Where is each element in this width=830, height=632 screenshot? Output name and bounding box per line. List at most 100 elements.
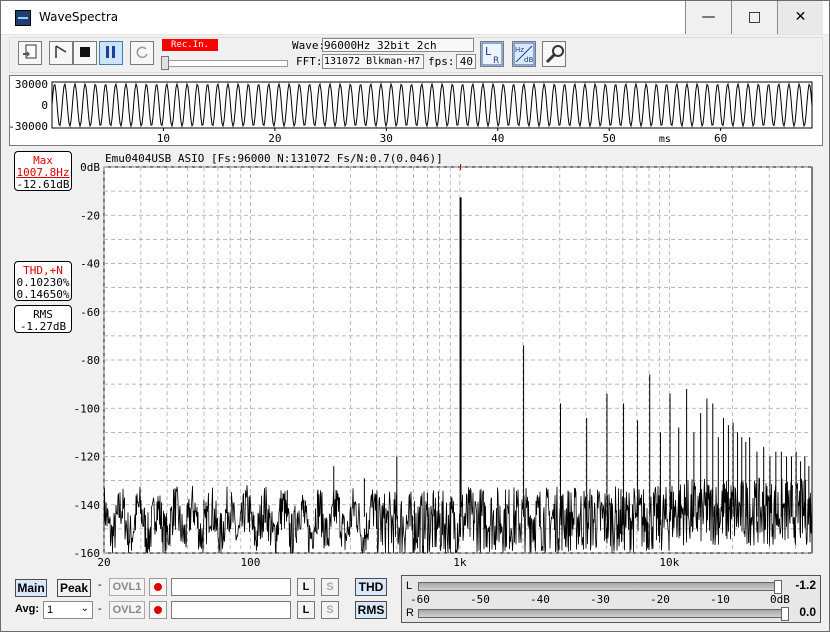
stop-icon[interactable]: [73, 41, 97, 65]
l-button[interactable]: L: [297, 578, 315, 596]
spectrum-y-tick: -20: [80, 209, 100, 222]
l-level-knob: [773, 580, 782, 594]
avg-value: 1: [47, 604, 54, 616]
toolbar: Rec.In. Wave: 96000Hz 32bit 2ch FFT: 131…: [9, 37, 823, 73]
l-level-value: -1.2: [795, 578, 816, 592]
window-title: WaveSpectra: [39, 10, 119, 24]
stop-glyph: [80, 47, 90, 57]
record-file-glyph: [23, 44, 37, 59]
spectrum-y-tick: -160: [74, 547, 101, 560]
level-meter: L R -60 -50 -40 -30 -20 -10 0dB -1.2 0.0: [401, 575, 821, 623]
waveform-x-tick: 10: [157, 132, 170, 145]
bottom-panel: Main Peak Avg: 1 ⌄ - - OVL1 OVL2 L S L S…: [9, 575, 823, 625]
ovl2-text-field[interactable]: [171, 601, 291, 619]
wave-label: Wave:: [292, 39, 326, 52]
svg-text:R: R: [493, 56, 499, 66]
position-slider[interactable]: [161, 56, 288, 70]
ovl1-text-field[interactable]: [171, 578, 291, 596]
meter-scale-label: -50: [470, 593, 490, 606]
waveform-x-tick: 50: [603, 132, 616, 145]
meter-scale-label: -60: [410, 593, 430, 606]
fps-label: fps:: [428, 55, 455, 68]
peak-button[interactable]: Peak: [57, 579, 91, 597]
meter-scale-label: -30: [590, 593, 610, 606]
meter-scale-label: -10: [710, 593, 730, 606]
spectrum-y-tick: 0dB: [80, 161, 100, 174]
waveform-y-tick: 0: [41, 99, 48, 112]
fft-setting[interactable]: 131072 Blkman-H7: [322, 54, 424, 69]
spectrum-plot: 0dB -20 -40 -60 -80 -100 -120 -140 -16020 100 1k 10…: [74, 161, 813, 569]
waveform-y-tick: -30000: [10, 120, 48, 133]
meter-scale-label: -20: [650, 593, 670, 606]
spectrum-x-tick: 10k: [659, 556, 679, 569]
record-dot-icon[interactable]: [149, 601, 167, 619]
spectrum-y-tick: -80: [80, 354, 100, 367]
spectrum-panel: Max 1007.8Hz -12.61dB THD,+N 0.10230% 0.…: [9, 149, 823, 573]
spectrum-y-tick: -40: [80, 258, 100, 271]
svg-text:dB: dB: [524, 56, 533, 64]
lr-icon[interactable]: LR: [480, 41, 504, 67]
wrench-icon[interactable]: [542, 41, 566, 67]
slider-thumb[interactable]: [161, 56, 169, 70]
spectrum-x-tick: 100: [240, 556, 260, 569]
waveform-unit: ms: [659, 134, 671, 145]
wave-format: 96000Hz 32bit 2ch: [322, 38, 474, 52]
spectrum-y-tick: -100: [74, 402, 101, 415]
s-button[interactable]: S: [321, 578, 339, 596]
meter-scale-label: 0dB: [770, 593, 790, 606]
spectrum-x-tick: 1k: [453, 556, 467, 569]
thd-button[interactable]: THD: [355, 578, 387, 596]
waveform-y-tick: 30000: [15, 78, 48, 91]
ovl1-indicator: OVL1: [109, 578, 145, 596]
hz-db-icon[interactable]: Hz dB: [512, 41, 536, 67]
lr-glyph: LR: [481, 42, 503, 66]
maximize-button[interactable]: □: [731, 1, 777, 34]
waveform-x-tick: 30: [380, 132, 393, 145]
meter-r-label: R: [406, 607, 414, 619]
l-button[interactable]: L: [297, 601, 315, 619]
app-window: WaveSpectra — □ ✕ Rec.In. Wave: 96000Hz …: [0, 0, 830, 632]
waveform-plot: 30000 0 -30000 10 20 30 40 50 60 ms: [10, 78, 813, 145]
meter-scale-label: -40: [530, 593, 550, 606]
spectrum-y-tick: -140: [74, 499, 101, 512]
waveform-x-tick: 20: [268, 132, 281, 145]
ovl1-dash: -: [98, 579, 102, 591]
waveform-view: 30000 0 -30000 10 20 30 40 50 60 ms: [9, 75, 823, 146]
r-level-bar: [418, 607, 789, 621]
title-bar: WaveSpectra — □ ✕: [1, 1, 829, 35]
wrench-glyph: [545, 45, 564, 64]
record-file-icon[interactable]: [18, 41, 42, 65]
pause-icon[interactable]: [99, 41, 123, 65]
pause-glyph: [106, 46, 115, 58]
spectrum-x-tick: 20: [97, 556, 110, 569]
s-button[interactable]: S: [321, 601, 339, 619]
waveform-x-tick: 40: [491, 132, 504, 145]
play-icon[interactable]: [49, 41, 73, 65]
hzdb-glyph: HzdB: [513, 42, 535, 66]
waveform-x-tick: 60: [714, 132, 727, 145]
avg-label: Avg:: [15, 603, 40, 615]
minimize-button[interactable]: —: [685, 1, 731, 34]
rms-button[interactable]: RMS: [355, 601, 387, 619]
chevron-down-icon: ⌄: [80, 603, 89, 614]
refresh-glyph: [136, 46, 148, 59]
rec-in-indicator: Rec.In.: [162, 39, 218, 51]
spectrum-header: Emu0404USB ASIO [Fs:96000 N:131072 Fs/N:…: [105, 152, 443, 165]
spectrum-y-tick: -120: [74, 451, 101, 464]
refresh-icon[interactable]: [130, 41, 154, 65]
meter-l-label: L: [406, 580, 413, 592]
l-level-bar: [418, 580, 782, 594]
ovl2-indicator: OVL2: [109, 601, 145, 619]
play-glyph: [55, 45, 67, 58]
fft-label: FFT:: [296, 55, 323, 68]
main-button[interactable]: Main: [15, 579, 47, 597]
spectrum-y-tick: -60: [80, 306, 100, 319]
close-button[interactable]: ✕: [777, 1, 823, 34]
ovl2-dash: -: [98, 603, 102, 615]
record-dot-icon[interactable]: [149, 578, 167, 596]
r-level-value: 0.0: [799, 605, 816, 619]
svg-text:Hz: Hz: [515, 46, 524, 54]
app-icon: [15, 10, 31, 26]
fps-value[interactable]: 40: [456, 54, 476, 69]
avg-select[interactable]: 1 ⌄: [43, 601, 93, 619]
